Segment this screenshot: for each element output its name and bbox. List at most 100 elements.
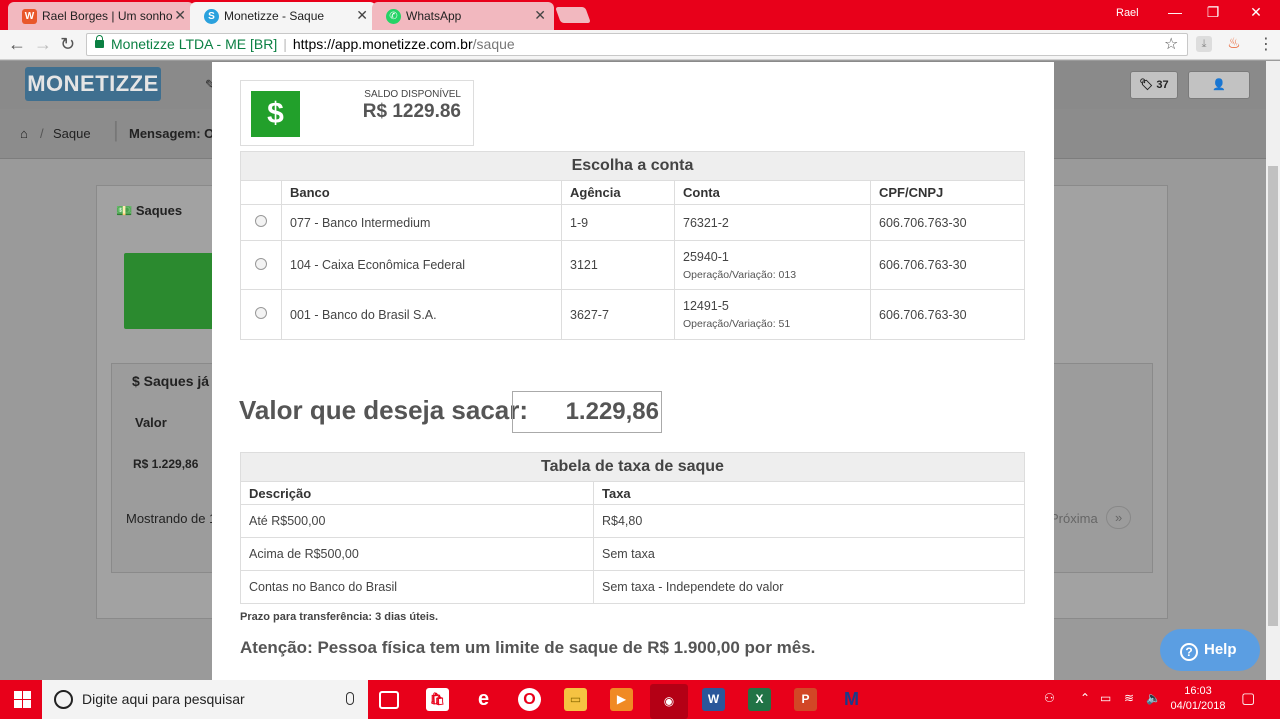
table-row: Contas no Banco do Brasil Sem taxa - Ind…: [240, 570, 1025, 604]
breadcrumb-message: Mensagem: O: [129, 126, 215, 141]
windows-start-icon[interactable]: [14, 691, 31, 708]
user-menu-button[interactable]: 👤: [1188, 71, 1250, 99]
page-scrollbar[interactable]: [1266, 61, 1280, 680]
fee-value: Sem taxa: [593, 537, 1025, 571]
clock-date: 04/01/2018: [1170, 700, 1226, 712]
account-doc: 606.706.763-30: [870, 289, 1025, 340]
amount-label: Valor que deseja sacar:: [239, 395, 529, 425]
taskbar-search-input[interactable]: Digite aqui para pesquisar: [42, 680, 368, 719]
table-row[interactable]: 104 - Caixa Econômica Federal 3121 25940…: [240, 240, 1025, 290]
close-icon[interactable]: ✕: [534, 7, 546, 24]
pagination-info: Mostrando de 1: [126, 511, 217, 526]
file-explorer-icon[interactable]: ▭: [564, 688, 587, 711]
edge-icon[interactable]: e: [472, 688, 495, 711]
cortana-icon: [54, 690, 73, 709]
powerpoint-icon[interactable]: P: [794, 688, 817, 711]
account-number: 12491-5 Operação/Variação: 51: [674, 289, 871, 340]
balance-value: R$ 1229.86: [362, 101, 461, 122]
back-icon[interactable]: ←: [8, 34, 26, 55]
monetizze-logo[interactable]: MONETIZZE: [25, 67, 161, 101]
browser-toolbar: ← → ↻ Monetizze LTDA - ME [BR] | https://a…: [0, 30, 1280, 60]
fire-extension-icon[interactable]: ♨: [1226, 36, 1242, 52]
tab-label: WhatsApp: [406, 9, 462, 23]
taskbar-clock[interactable]: 16:03 04/01/2018: [1168, 684, 1228, 714]
account-radio[interactable]: [255, 257, 267, 270]
pagination-next[interactable]: Próxima: [1050, 511, 1098, 526]
fee-value: Sem taxa - Independete do valor: [593, 570, 1025, 604]
word-icon[interactable]: W: [702, 688, 725, 711]
table-row: Acima de R$500,00 Sem taxa: [240, 537, 1025, 571]
chrome-menu-icon[interactable]: ⋮: [1258, 34, 1274, 54]
account-number: 76321-2: [674, 204, 871, 241]
scrollbar-thumb[interactable]: [1268, 166, 1278, 626]
breadcrumb-separator: /: [40, 126, 44, 141]
close-icon[interactable]: ✕: [356, 7, 368, 24]
transfer-deadline: Prazo para transferência: 3 dias úteis.: [240, 611, 439, 623]
url-separator: |: [283, 36, 287, 52]
fee-desc: Contas no Banco do Brasil: [240, 570, 594, 604]
close-window-icon[interactable]: ✕: [1246, 4, 1266, 21]
fees-header-desc: Descrição: [240, 481, 594, 505]
people-icon[interactable]: ⚇: [1044, 691, 1055, 705]
money-icon: 💵: [116, 203, 133, 218]
history-title: $ Saques já: [132, 373, 210, 389]
account-doc: 606.706.763-30: [870, 204, 1025, 241]
wifi-icon[interactable]: ≋: [1124, 691, 1134, 705]
task-view-icon[interactable]: [379, 691, 399, 709]
minimize-icon[interactable]: —: [1165, 4, 1185, 20]
whatsapp-icon: ✆: [386, 9, 401, 24]
restore-icon[interactable]: ❐: [1203, 4, 1223, 21]
amount-input[interactable]: 1.229,86: [512, 391, 662, 433]
w-icon: W: [22, 9, 37, 24]
url-path: /saque: [472, 36, 515, 52]
excel-icon[interactable]: X: [748, 688, 771, 711]
media-player-icon[interactable]: ▶: [610, 688, 633, 711]
account-radio-cell[interactable]: [240, 289, 282, 340]
microphone-icon[interactable]: [346, 692, 354, 705]
volume-icon[interactable]: 🔈: [1146, 691, 1161, 705]
browser-user[interactable]: Rael: [1116, 7, 1139, 19]
battery-icon[interactable]: ▭: [1100, 691, 1111, 705]
browser-tab-bar: W Rael Borges | Um sonho ✕ S Monetizze -…: [0, 0, 1280, 30]
monetizze-taskbar-icon[interactable]: M: [840, 688, 863, 711]
dollar-icon: $: [251, 91, 300, 137]
opera-icon[interactable]: O: [518, 688, 541, 711]
new-tab-button[interactable]: [555, 7, 591, 23]
account-radio[interactable]: [255, 307, 267, 319]
tab-monetizze-saque[interactable]: S Monetizze - Saque ✕: [190, 2, 376, 30]
tags-button[interactable]: 🏷 37: [1130, 71, 1178, 99]
account-agency: 3627-7: [561, 289, 675, 340]
pagination-last[interactable]: »: [1106, 506, 1132, 529]
close-icon[interactable]: ✕: [174, 7, 186, 24]
table-row[interactable]: 001 - Banco do Brasil S.A. 3627-7 12491-…: [240, 289, 1025, 340]
tab-whatsapp[interactable]: ✆ WhatsApp ✕: [372, 2, 554, 30]
saques-panel-title: 💵 Saques: [116, 203, 183, 218]
fees-title: Tabela de taxa de saque: [240, 452, 1025, 482]
account-agency: 1-9: [561, 204, 675, 241]
store-icon[interactable]: 🛍: [426, 688, 449, 711]
help-button[interactable]: ? Help: [1160, 629, 1260, 671]
tray-chevron-icon[interactable]: ⌃: [1080, 691, 1090, 705]
tab-rael-borges[interactable]: W Rael Borges | Um sonho ✕: [8, 2, 194, 30]
url-host: https://app.monetizze.com.br: [292, 36, 473, 52]
account-radio-cell[interactable]: [240, 240, 282, 290]
account-agency: 3121: [561, 240, 675, 290]
taskbar-search-placeholder: Digite aqui para pesquisar: [82, 691, 245, 707]
chrome-taskbar-icon[interactable]: ◉: [650, 684, 688, 719]
reload-icon[interactable]: ↻: [60, 34, 75, 55]
account-radio-cell[interactable]: [240, 204, 282, 241]
lock-icon: [95, 35, 104, 48]
home-icon[interactable]: ⌂: [20, 126, 28, 141]
notifications-icon[interactable]: ▢: [1241, 689, 1255, 707]
table-row[interactable]: 077 - Banco Intermedium 1-9 76321-2 606.…: [240, 204, 1025, 241]
tag-icon: 🏷: [1139, 79, 1154, 91]
account-radio[interactable]: [255, 215, 267, 227]
withdraw-modal: $ SALDO DISPONÍVEL R$ 1229.86 Escolha a …: [212, 62, 1054, 680]
accounts-header-account: Conta: [674, 180, 871, 205]
bookmark-star-icon[interactable]: ☆: [1164, 34, 1178, 54]
account-operation: Operação/Variação: 51: [683, 318, 791, 330]
address-bar[interactable]: Monetizze LTDA - ME [BR] | https://app.mon…: [86, 33, 1188, 56]
pdf-extension-icon[interactable]: ⤓: [1196, 36, 1212, 52]
forward-icon[interactable]: →: [34, 34, 52, 55]
account-operation: Operação/Variação: 013: [683, 268, 797, 281]
